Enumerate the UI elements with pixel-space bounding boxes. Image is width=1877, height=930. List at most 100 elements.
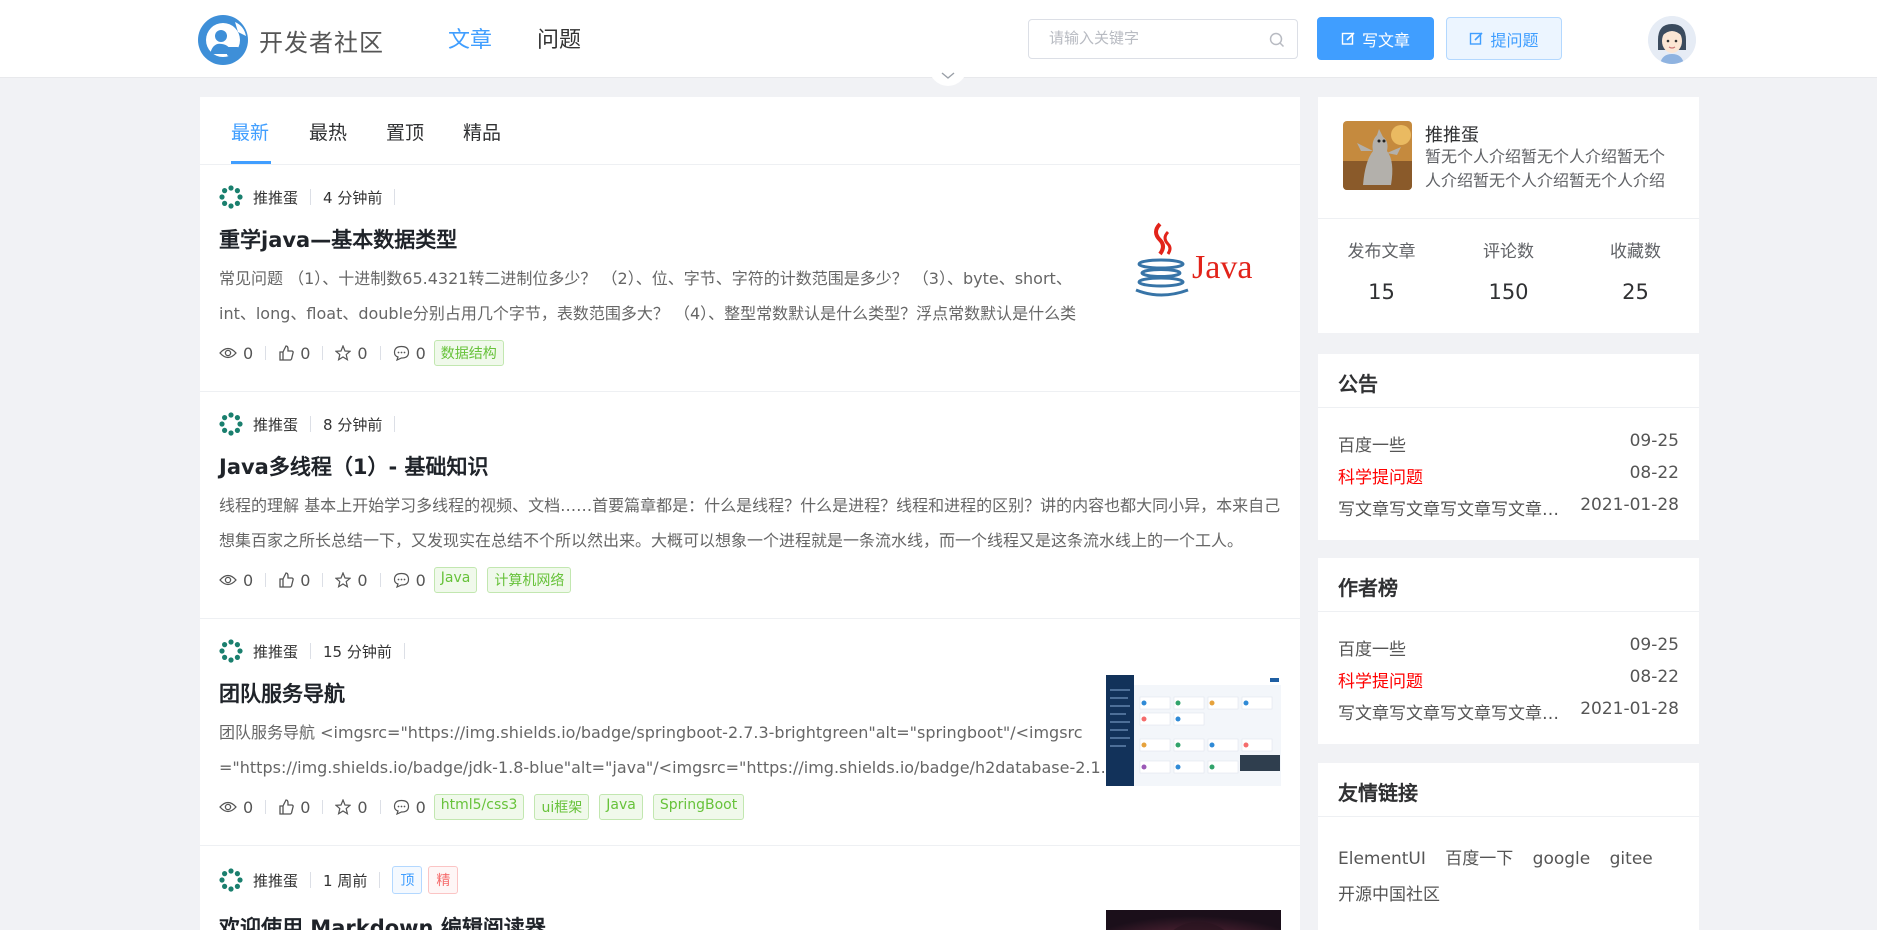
views-stat: 0 <box>219 798 253 817</box>
brand-logo[interactable]: 开发者社区 <box>197 14 384 66</box>
tab-latest[interactable]: 最新 <box>231 118 269 145</box>
article-title[interactable]: 重学java—基本数据类型 <box>219 224 457 254</box>
pinned-badge: 顶 <box>392 866 423 894</box>
list-item[interactable]: 科学提问题 08-22 <box>1338 667 1679 692</box>
divider <box>379 346 381 360</box>
card-title: 友情链接 <box>1318 763 1699 817</box>
ask-question-button[interactable]: 提问题 <box>1446 17 1562 60</box>
article-title[interactable]: 团队服务导航 <box>219 678 345 708</box>
views-count: 0 <box>243 797 254 817</box>
article-item[interactable]: 推推蛋 15 分钟前 团队服务导航 团队服务导航 <imgsrc="https:… <box>200 619 1300 846</box>
divider <box>265 573 267 587</box>
tab-featured[interactable]: 精品 <box>463 118 501 145</box>
tag[interactable]: ui框架 <box>534 794 590 820</box>
stars-stat[interactable]: 0 <box>335 798 368 817</box>
divider <box>310 189 312 205</box>
stat-articles[interactable]: 发布文章 15 <box>1318 237 1445 304</box>
tag-list: html5/css3 ui框架 Java SpringBoot <box>433 794 754 820</box>
divider <box>1318 218 1699 219</box>
edit-icon <box>1470 32 1484 45</box>
article-item[interactable]: 推推蛋 8 分钟前 Java多线程（1）- 基础知识 线程的理解 基本上开始学习… <box>200 392 1300 619</box>
stars-stat[interactable]: 0 <box>335 571 368 590</box>
nav-questions[interactable]: 问题 <box>537 22 581 54</box>
write-article-button[interactable]: 写文章 <box>1317 17 1434 60</box>
friend-link[interactable]: ElementUI <box>1338 849 1426 869</box>
nav-articles[interactable]: 文章 <box>448 22 492 54</box>
tag[interactable]: 数据结构 <box>433 340 504 366</box>
tag[interactable]: SpringBoot <box>652 794 745 820</box>
profile-name[interactable]: 推推蛋 <box>1425 121 1479 147</box>
author-name[interactable]: 推推蛋 <box>253 187 298 208</box>
friend-link[interactable]: 开源中国社区 <box>1338 885 1440 905</box>
divider <box>379 800 381 814</box>
tag[interactable]: 计算机网络 <box>487 567 572 593</box>
stat-comments[interactable]: 评论数 150 <box>1445 237 1572 304</box>
cat-photo-image <box>1343 121 1412 190</box>
author-name[interactable]: 推推蛋 <box>253 641 298 662</box>
article-item[interactable]: 推推蛋 4 分钟前 重学java—基本数据类型 常见问题 （1）、十进制数65.… <box>200 165 1300 392</box>
article-thumbnail[interactable] <box>1106 675 1281 786</box>
list-item-date: 08-22 <box>1629 463 1679 483</box>
author-name[interactable]: 推推蛋 <box>253 870 298 891</box>
friend-links: ElementUI 百度一下 google gitee 开源中国社区 <box>1338 841 1678 913</box>
likes-stat[interactable]: 0 <box>278 571 310 590</box>
comments-stat[interactable]: 0 <box>393 571 426 590</box>
likes-stat[interactable]: 0 <box>278 344 310 363</box>
list-item[interactable]: 百度一些 09-25 <box>1338 635 1679 660</box>
search-input[interactable] <box>1049 29 1269 47</box>
list-item[interactable]: 科学提问题 08-22 <box>1338 463 1679 488</box>
friend-links-card: 友情链接 ElementUI 百度一下 google gitee 开源中国社区 <box>1318 763 1699 930</box>
likes-count: 0 <box>300 570 311 590</box>
tag[interactable]: html5/css3 <box>433 794 525 820</box>
comment-icon <box>393 799 409 815</box>
user-avatar[interactable] <box>1648 16 1696 64</box>
tag[interactable]: Java <box>599 794 643 820</box>
article-item[interactable]: 推推蛋 1 周前 顶 精 欢迎使用 Markdown 编辑阅读器 <box>200 846 1300 930</box>
views-count: 0 <box>243 343 254 363</box>
post-time: 1 周前 <box>323 871 368 890</box>
comments-stat[interactable]: 0 <box>393 344 426 363</box>
divider <box>310 416 312 432</box>
author-name[interactable]: 推推蛋 <box>253 414 298 435</box>
divider <box>322 346 324 360</box>
profile-avatar[interactable] <box>1343 121 1412 190</box>
friend-link[interactable]: google <box>1533 849 1591 869</box>
tab-pinned[interactable]: 置顶 <box>386 118 424 145</box>
post-time: 4 分钟前 <box>323 188 383 207</box>
list-item-title: 百度一些 <box>1338 436 1406 456</box>
logo-icon <box>198 15 248 65</box>
list-item[interactable]: 写文章写文章写文章写文章写文章 2021-01-28 <box>1338 699 1679 724</box>
list-item[interactable]: 百度一些 09-25 <box>1338 431 1679 456</box>
article-title[interactable]: 欢迎使用 Markdown 编辑阅读器 <box>219 912 546 930</box>
list-item-title: 写文章写文章写文章写文章写文章 <box>1338 704 1568 724</box>
divider <box>265 346 267 360</box>
eye-icon <box>219 347 237 359</box>
comments-stat[interactable]: 0 <box>393 798 426 817</box>
search-box[interactable] <box>1028 19 1298 59</box>
likes-stat[interactable]: 0 <box>278 798 310 817</box>
star-icon <box>335 345 352 361</box>
article-summary: 团队服务导航 <imgsrc="https://img.shields.io/b… <box>219 723 1106 777</box>
friend-link[interactable]: gitee <box>1610 849 1653 869</box>
write-article-label: 写文章 <box>1361 30 1410 50</box>
stat-label: 收藏数 <box>1610 242 1661 262</box>
article-title[interactable]: Java多线程（1）- 基础知识 <box>219 451 488 481</box>
portrait-photo-image <box>1106 910 1281 930</box>
views-stat: 0 <box>219 344 253 363</box>
stars-stat[interactable]: 0 <box>335 344 368 363</box>
article-thumbnail[interactable] <box>1106 910 1281 930</box>
friend-link[interactable]: 百度一下 <box>1445 849 1513 869</box>
article-meta: 推推蛋 15 分钟前 <box>219 639 417 663</box>
chevron-down-icon <box>941 72 955 79</box>
stat-favorites[interactable]: 收藏数 25 <box>1572 237 1699 304</box>
tag[interactable]: Java <box>433 567 478 593</box>
search-icon[interactable] <box>1269 32 1285 48</box>
list-item-title: 科学提问题 <box>1338 672 1423 692</box>
brand-name: 开发者社区 <box>259 28 384 57</box>
tag-list: 数据结构 <box>433 340 514 366</box>
collapse-toggle[interactable] <box>929 66 967 86</box>
tab-hot[interactable]: 最热 <box>309 118 347 145</box>
list-item[interactable]: 写文章写文章写文章写文章写文章 2021-01-28 <box>1338 495 1679 520</box>
article-thumbnail[interactable]: Java <box>1106 210 1281 310</box>
active-tab-indicator <box>231 161 271 164</box>
